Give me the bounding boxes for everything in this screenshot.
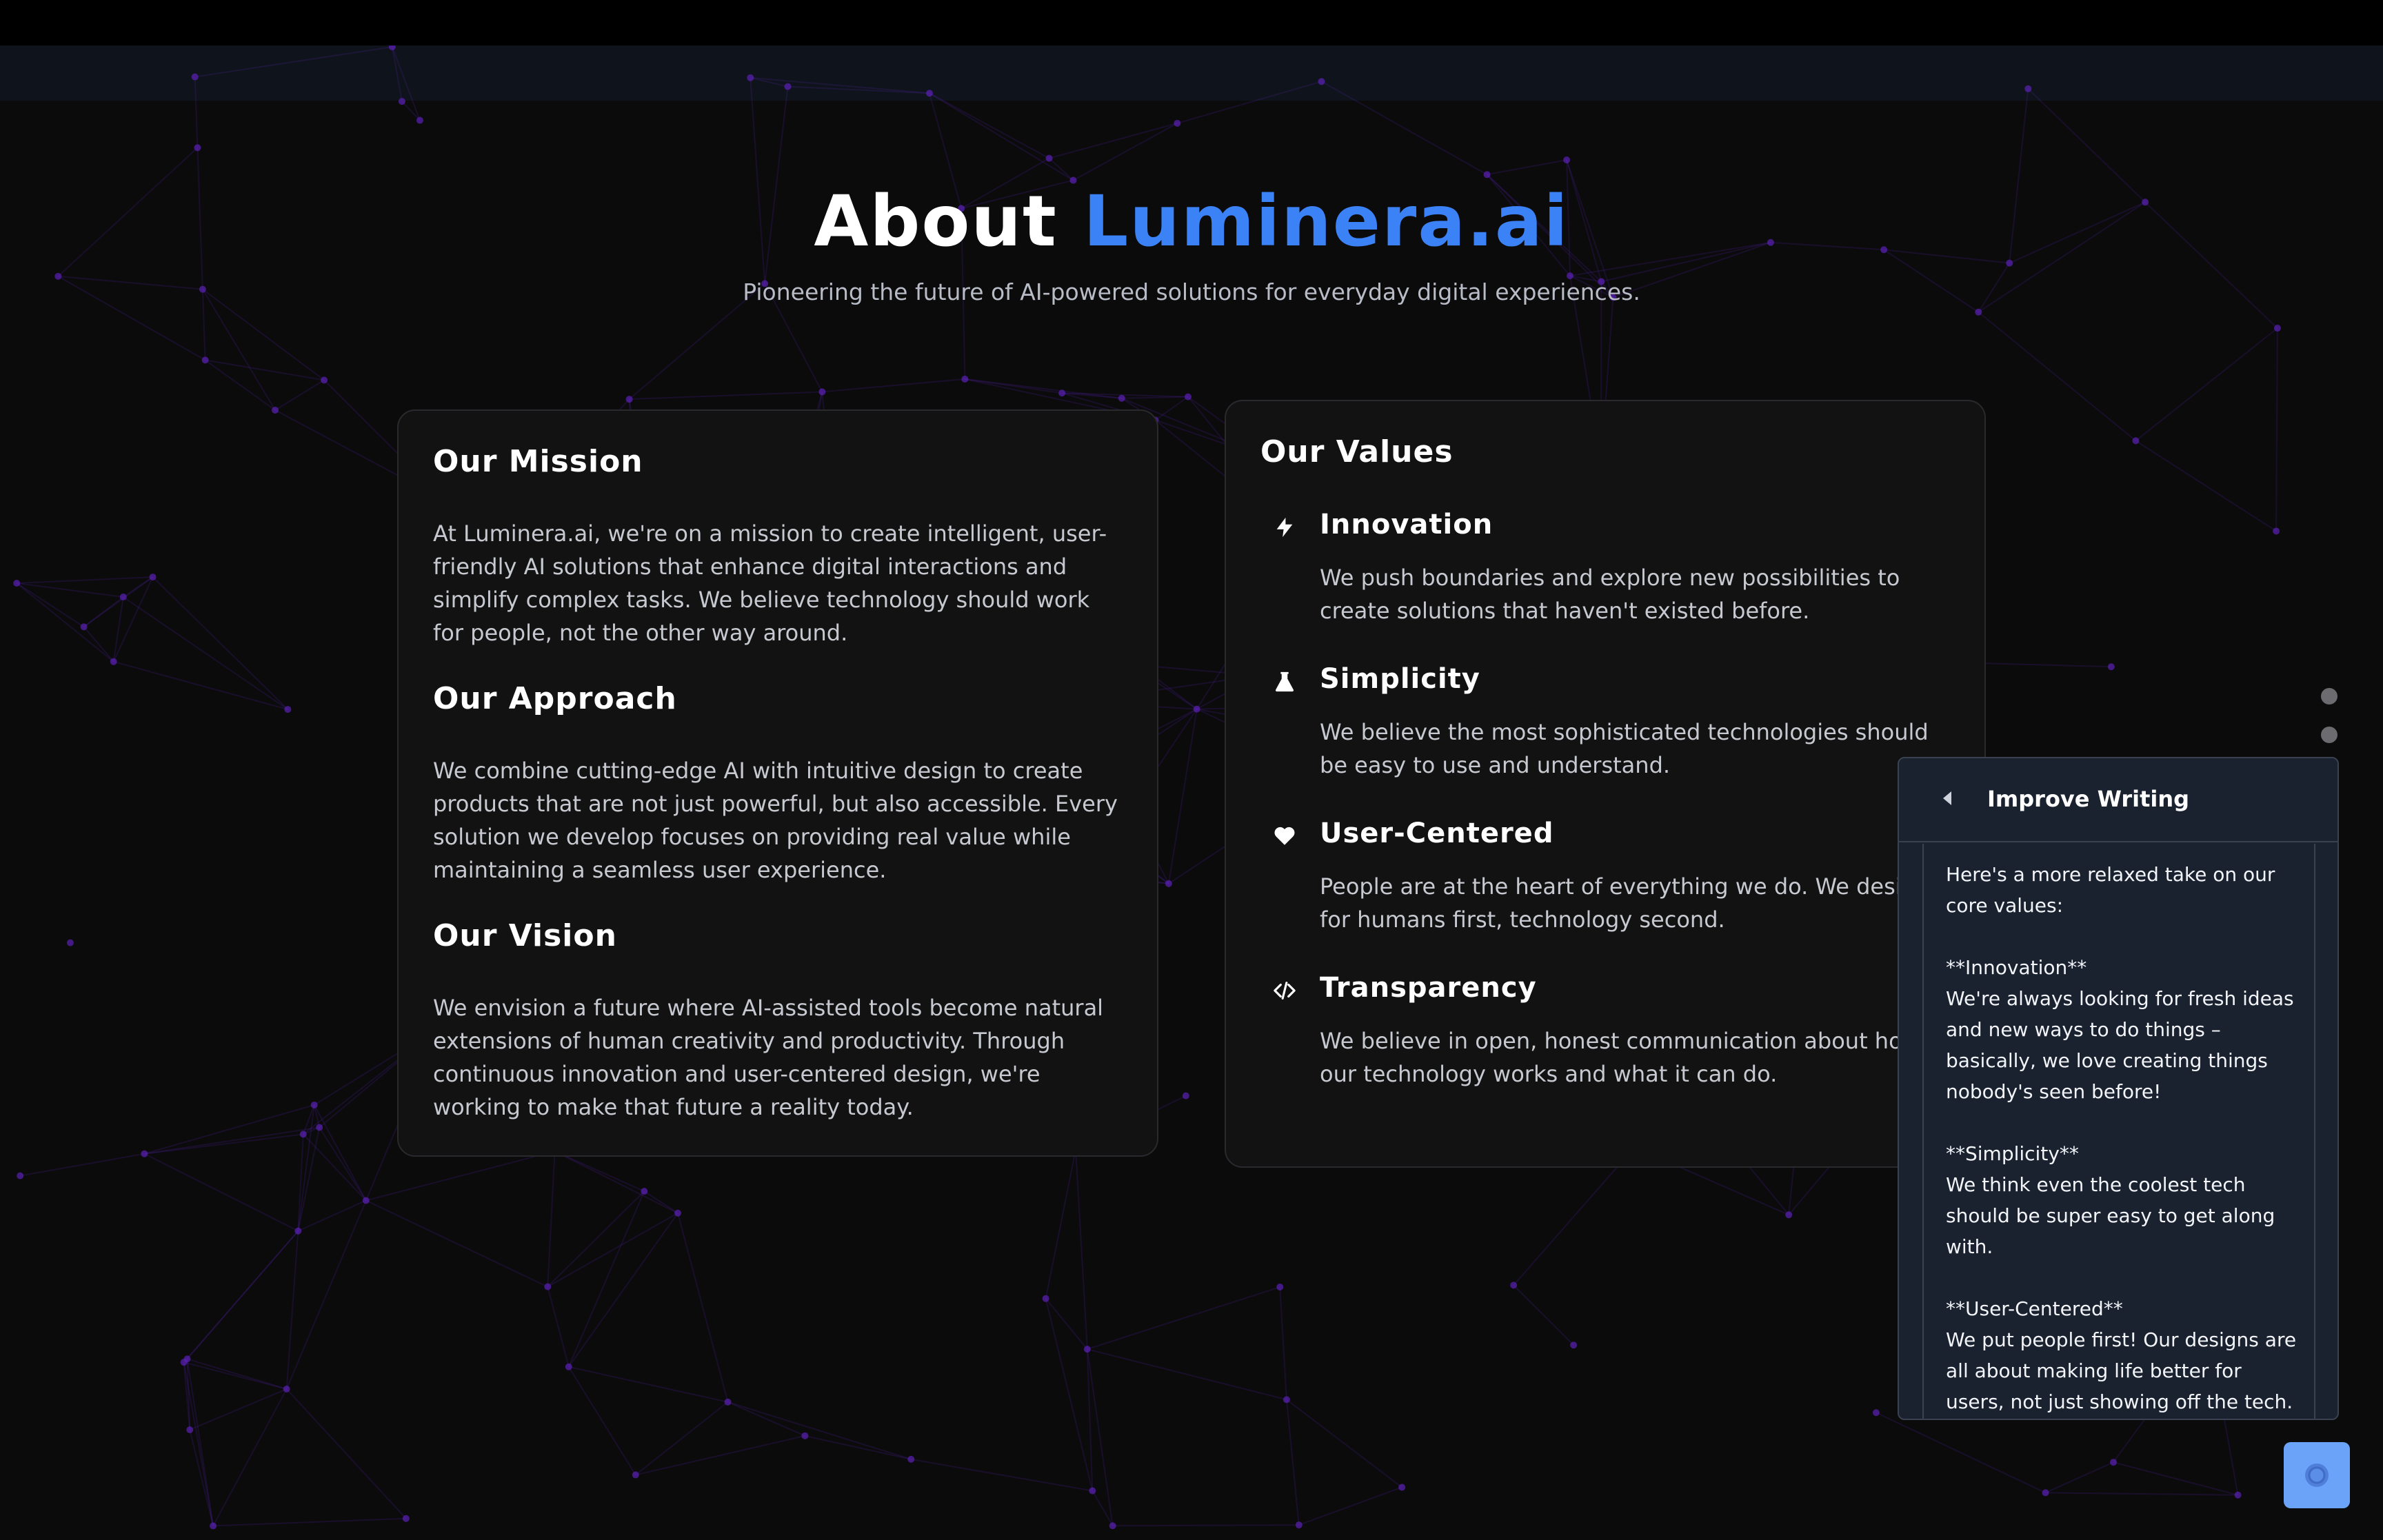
- bolt-icon: [1276, 517, 1293, 538]
- panel-header: Improve Writing: [1899, 758, 2337, 842]
- values-card: Our Values Innovation We push boundaries…: [1225, 400, 1986, 1168]
- assistant-button[interactable]: [2284, 1442, 2350, 1508]
- section-nav-dot[interactable]: [2321, 688, 2337, 705]
- approach-text: We combine cutting-edge AI with intuitiv…: [433, 758, 1118, 883]
- flask-icon: [1275, 671, 1294, 692]
- value-text-transparency: We believe in open, honest communication…: [1320, 1028, 1920, 1087]
- page-title: About Luminera.ai: [0, 181, 2383, 263]
- panel-content: Here's a more relaxed take on our core v…: [1946, 863, 2297, 1413]
- page-subtitle: Pioneering the future of AI-powered solu…: [743, 278, 1640, 305]
- vision-text: We envision a future where AI-assisted t…: [433, 995, 1104, 1120]
- value-text-user-centered: People are at the heart of everything we…: [1320, 873, 1930, 933]
- panel-body: Here's a more relaxed take on our core v…: [1922, 844, 2315, 1419]
- value-title-transparency: Transparency: [1320, 972, 1537, 1004]
- top-bar: [0, 0, 2383, 45]
- section-nav-dot[interactable]: [2321, 727, 2337, 743]
- code-icon: [1274, 982, 1296, 1000]
- chevron-left-icon[interactable]: [1940, 790, 1954, 807]
- assistant-icon: [2305, 1463, 2329, 1487]
- mission-card: Our Mission At Luminera.ai, we're on a m…: [397, 409, 1158, 1157]
- heart-icon: [1274, 827, 1295, 845]
- panel-title: Improve Writing: [1987, 786, 2190, 812]
- value-title-innovation: Innovation: [1320, 509, 1494, 540]
- mission-title: Our Mission: [433, 444, 643, 479]
- title-prefix: About: [814, 181, 1084, 263]
- mission-text: At Luminera.ai, we're on a mission to cr…: [433, 520, 1107, 646]
- values-title: Our Values: [1260, 434, 1454, 469]
- value-text-simplicity: We believe the most sophisticated techno…: [1320, 719, 1929, 778]
- value-title-user-centered: User-Centered: [1320, 818, 1554, 849]
- approach-title: Our Approach: [433, 681, 677, 716]
- improve-writing-panel: Improve Writing Here's a more relaxed ta…: [1898, 757, 2339, 1420]
- vision-title: Our Vision: [433, 918, 617, 953]
- value-title-simplicity: Simplicity: [1320, 663, 1480, 695]
- value-text-innovation: We push boundaries and explore new possi…: [1320, 565, 1900, 624]
- title-brand: Luminera.ai: [1083, 181, 1569, 263]
